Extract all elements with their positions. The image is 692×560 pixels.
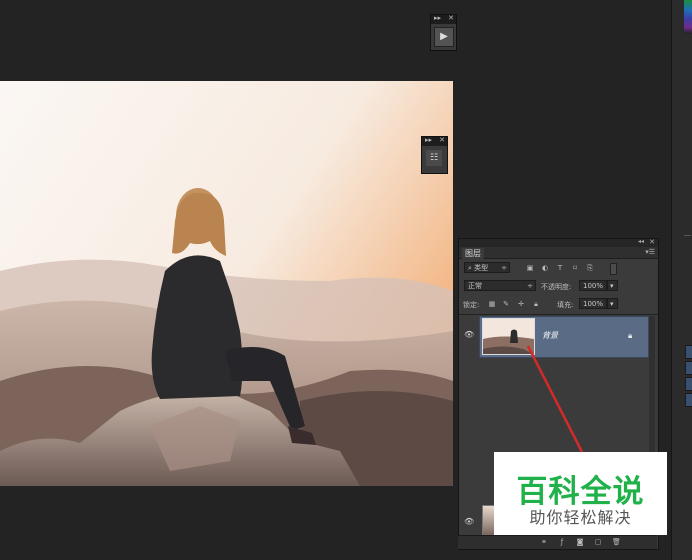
panel-menu-icon[interactable]: ▾☰ [645,248,655,256]
lock-row: 锁定: ▦ ✎ ✛ 🔒︎ 填充: 100% ▾ [462,298,655,311]
close-icon-2[interactable]: ✕ [439,136,445,144]
close-icon-3[interactable]: ✕ [649,238,655,246]
annotation-arrow [526,345,584,453]
filter-kind-dropdown[interactable]: ⌕ 类型 ÷ [464,262,510,273]
mini-panel-header: ▸▸ ✕ [431,14,456,24]
close-icon[interactable]: ✕ [448,14,454,22]
shape-filter-icon[interactable]: ⌑ [571,264,579,272]
swatch-strip[interactable] [684,0,692,34]
layers-panel-topbar: ◂◂ ✕ [459,238,658,247]
dock-button-2[interactable] [685,361,692,375]
dock-button-3[interactable] [685,377,692,391]
trash-icon[interactable]: 🗑︎ [612,538,621,546]
opacity-slider-button[interactable]: ▾ [607,280,618,291]
fx-icon[interactable]: ƒ [558,538,566,546]
collapse-icon-2[interactable]: ▸▸ [425,136,432,144]
tab-layers[interactable]: 图层 [462,248,484,259]
blend-mode-value: 正常 [468,282,482,290]
adjustment-filter-icon[interactable]: ◐ [541,264,549,272]
layers-divider [459,314,658,315]
blend-mode-dropdown[interactable]: 正常 ÷ [464,280,536,291]
actions-mini-panel: ▸▸ ✕ ▶ [430,14,457,51]
watermark-subtitle: 助你轻松解决 [529,508,632,527]
chevron-down-icon-2: ÷ [527,282,533,290]
lock-label: 锁定: [463,301,480,309]
opacity-input[interactable]: 100% [579,280,607,291]
collapse-icon-3[interactable]: ◂◂ [638,238,644,245]
type-filter-icon[interactable]: T [556,264,564,272]
lock-transparent-icon[interactable]: ▦ [488,300,496,308]
eye-icon[interactable]: 👁︎ [464,330,474,339]
mask-icon[interactable]: ◙ [576,538,584,546]
play-icon[interactable]: ▶ [434,27,454,47]
link-layers-icon[interactable]: ⚭ [540,538,548,546]
chevron-down-icon: ÷ [501,264,507,272]
layers-tabbar: 图层 ▾☰ [459,247,658,259]
dock-divider [684,235,691,236]
watermark: 百科全说 助你轻松解决 [494,452,667,535]
lock-image-icon[interactable]: ✎ [502,300,510,308]
dock-button-1[interactable] [685,345,692,359]
dock-button-4[interactable] [685,393,692,407]
opacity-label: 不透明度: [541,283,572,291]
filter-toggle[interactable] [610,263,617,275]
mini-panel-header-2: ▸▸ ✕ [422,136,447,146]
collapse-icon[interactable]: ▸▸ [434,14,441,22]
fill-label: 填充: [557,301,574,309]
lock-icon: 🔒︎ [628,331,633,340]
lock-position-icon[interactable]: ✛ [517,300,525,308]
filter-row: ⌕ 类型 ÷ ▣ ◐ T ⌑ ⎘ [462,262,655,275]
opacity-value: 100% [583,282,604,290]
properties-icon[interactable]: ☷ [426,150,442,166]
fill-value: 100% [583,300,604,308]
layers-bottom-toolbar: ⚭ ƒ ◙ ▢ 🗑︎ [458,535,657,549]
pixel-filter-icon[interactable]: ▣ [526,264,534,272]
eye-icon-2[interactable]: 👁︎ [464,517,474,526]
filter-kind-label: 类型 [474,264,489,272]
canvas-image[interactable] [0,81,453,486]
fill-slider-button[interactable]: ▾ [607,298,618,309]
lock-all-icon[interactable]: 🔒︎ [532,300,540,308]
photo-scene [0,81,453,486]
blend-row: 正常 ÷ 不透明度: 100% ▾ [462,280,655,293]
new-layer-icon[interactable]: ▢ [594,538,602,546]
properties-mini-panel: ▸▸ ✕ ☷ [421,136,448,174]
smart-object-filter-icon[interactable]: ⎘ [586,264,594,272]
right-dock [671,0,692,560]
fill-input[interactable]: 100% [579,298,607,309]
